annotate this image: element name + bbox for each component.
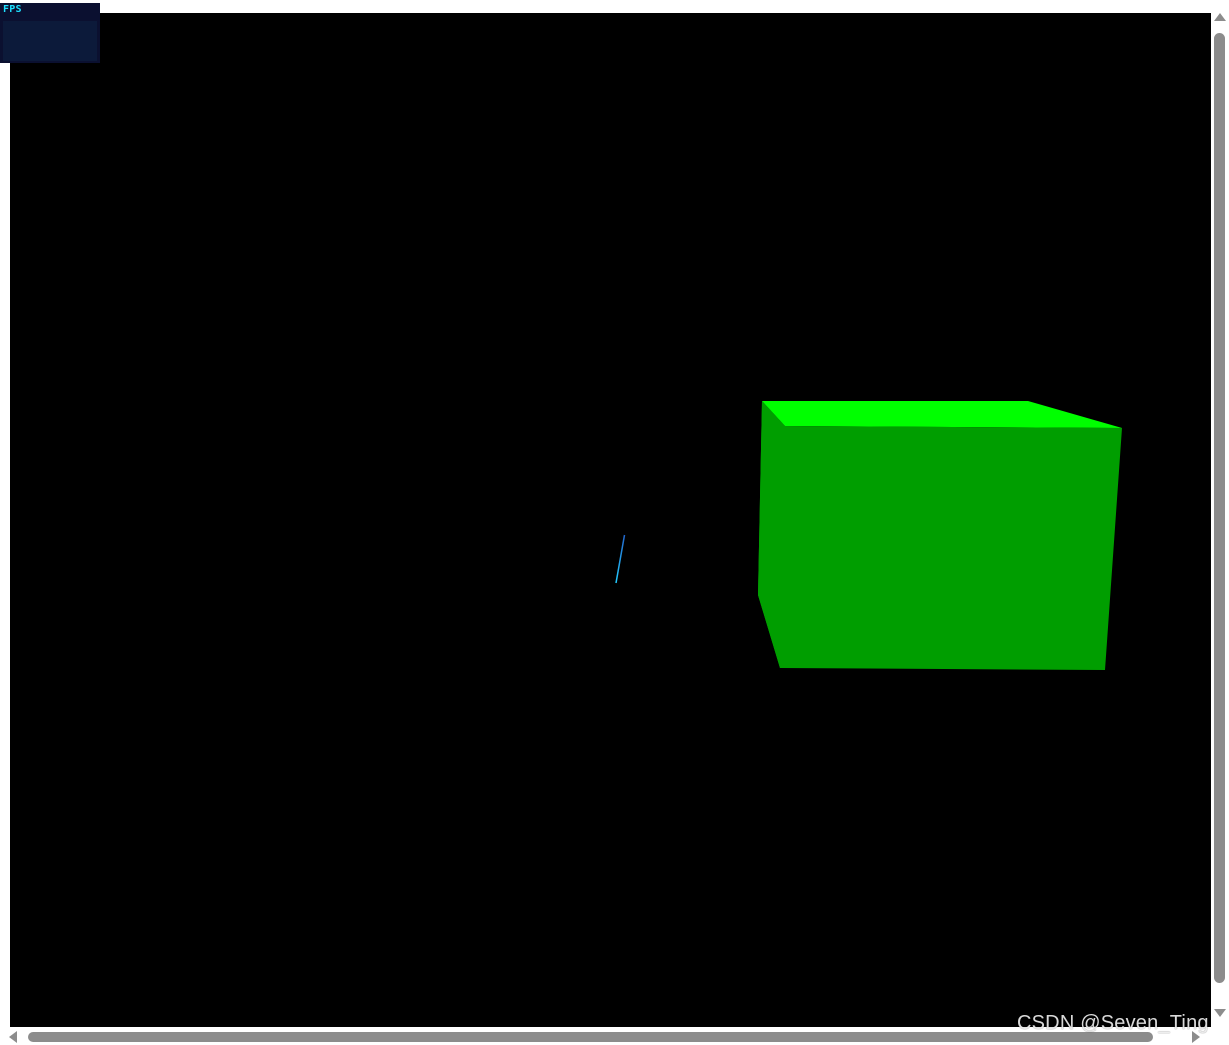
- cube-front-face: [758, 401, 1122, 670]
- arrow-left-icon[interactable]: [9, 1031, 17, 1043]
- webgl-canvas[interactable]: [10, 13, 1211, 1027]
- fps-stats-panel[interactable]: FPS: [0, 3, 100, 63]
- z-axis-line: [615, 534, 626, 584]
- arrow-down-icon[interactable]: [1214, 1009, 1226, 1017]
- fps-label: FPS: [3, 4, 22, 15]
- three-scene: [615, 316, 1122, 670]
- arrow-up-icon[interactable]: [1214, 13, 1226, 21]
- cube-top-face: [762, 401, 1122, 428]
- horizontal-scroll-thumb[interactable]: [28, 1032, 1153, 1042]
- watermark: CSDN @Seven_Ting: [1017, 1012, 1209, 1034]
- vertical-scrollbar[interactable]: [1211, 13, 1229, 1027]
- vertical-scroll-thumb[interactable]: [1214, 33, 1225, 983]
- browser-viewport: FPS CSDN @Seven_Ting: [0, 0, 1229, 1045]
- fps-graph: [3, 21, 97, 61]
